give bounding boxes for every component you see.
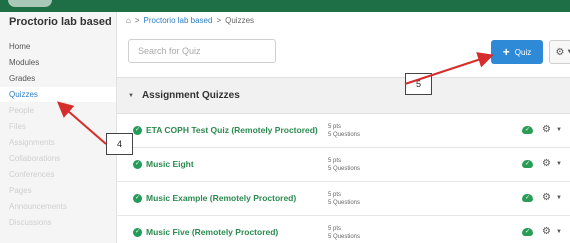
quiz-rocket-icon: ✓ bbox=[133, 126, 142, 135]
sidebar-item-collaborations: Collaborations bbox=[9, 154, 61, 163]
quiz-rocket-icon: ✓ bbox=[133, 194, 142, 203]
quiz-title-link[interactable]: Music Example (Remotely Proctored) bbox=[146, 193, 296, 203]
sidebar-item-modules[interactable]: Modules bbox=[0, 55, 116, 70]
quiz-questions: 5 Questions bbox=[328, 200, 361, 206]
chevron-down-icon[interactable]: ▼ bbox=[556, 161, 562, 167]
assignment-quizzes-group-header[interactable]: ▼ Assignment Quizzes bbox=[117, 77, 570, 114]
add-quiz-label: Quiz bbox=[514, 47, 532, 57]
quiz-points: 5 pts bbox=[328, 226, 342, 232]
quiz-meta: 5 pts 5 Questions bbox=[328, 123, 360, 139]
quiz-title-link[interactable]: Music Eight bbox=[146, 159, 194, 169]
callout-box-4: 4 bbox=[106, 133, 133, 155]
collapse-toggle-icon: ▼ bbox=[128, 92, 134, 99]
cloud-check-icon[interactable]: ✓ bbox=[522, 228, 533, 236]
quiz-rocket-icon: ✓ bbox=[133, 160, 142, 169]
course-sidebar: Proctorio lab based Home Modules Grades Qui… bbox=[0, 12, 117, 243]
callout-box-5: 5 bbox=[405, 73, 432, 95]
breadcrumb-separator: > bbox=[134, 16, 140, 25]
gear-icon[interactable]: ⚙ bbox=[542, 226, 551, 237]
global-header-bar bbox=[0, 0, 570, 12]
sidebar-item-grades[interactable]: Grades bbox=[0, 71, 116, 86]
quiz-row: ✓ Music Five (Remotely Proctored) 5 pts 5 Q… bbox=[117, 216, 570, 243]
quiz-meta: 5 pts 5 Questions bbox=[328, 191, 360, 207]
breadcrumb-course-link[interactable]: Proctorio lab based bbox=[144, 16, 213, 25]
main-content: ⌂ > Proctorio lab based > Quizzes + Quiz… bbox=[117, 12, 570, 243]
chevron-down-icon[interactable]: ▼ bbox=[556, 229, 562, 235]
cloud-check-icon[interactable]: ✓ bbox=[522, 126, 533, 134]
quiz-meta: 5 pts 5 Questions bbox=[328, 157, 360, 173]
course-title: Proctorio lab based bbox=[9, 16, 112, 28]
quiz-questions: 5 Questions bbox=[328, 166, 361, 172]
chevron-down-icon[interactable]: ▼ bbox=[556, 195, 562, 201]
group-title: Assignment Quizzes bbox=[141, 90, 240, 101]
quiz-title-link[interactable]: Music Five (Remotely Proctored) bbox=[146, 227, 278, 237]
quiz-rocket-icon: ✓ bbox=[133, 228, 142, 237]
sidebar-item-home[interactable]: Home bbox=[0, 39, 116, 54]
gear-icon[interactable]: ⚙ bbox=[542, 192, 551, 203]
breadcrumb: ⌂ > Proctorio lab based > Quizzes bbox=[126, 16, 254, 25]
chevron-down-icon: ▼ bbox=[566, 49, 570, 55]
quiz-meta: 5 pts 5 Questions bbox=[328, 225, 360, 241]
quiz-row: ✓ Music Eight 5 pts 5 Questions ✓ ⚙ ▼ bbox=[117, 148, 570, 182]
quiz-points: 5 pts bbox=[328, 192, 342, 198]
sidebar-item-pages: Pages bbox=[9, 186, 32, 195]
gear-icon: ⚙ bbox=[555, 46, 565, 58]
quiz-points: 5 pts bbox=[328, 124, 342, 130]
quiz-settings-menu-button[interactable]: ⚙ ▼ bbox=[549, 40, 570, 64]
sidebar-item-people: People bbox=[9, 106, 34, 115]
cloud-check-icon[interactable]: ✓ bbox=[522, 194, 533, 202]
home-icon[interactable]: ⌂ bbox=[126, 16, 131, 25]
breadcrumb-separator: > bbox=[216, 16, 222, 25]
gear-icon[interactable]: ⚙ bbox=[542, 158, 551, 169]
search-quiz-input[interactable] bbox=[128, 39, 276, 63]
quiz-title-link[interactable]: ETA COPH Test Quiz (Remotely Proctored) bbox=[146, 125, 318, 135]
sidebar-item-conferences: Conferences bbox=[9, 170, 55, 179]
sidebar-item-quizzes[interactable]: Quizzes bbox=[0, 87, 116, 102]
chevron-down-icon[interactable]: ▼ bbox=[556, 127, 562, 133]
sidebar-item-discussions: Discussions bbox=[9, 218, 52, 227]
add-quiz-button[interactable]: + Quiz bbox=[491, 40, 543, 64]
sidebar-item-files: Files bbox=[9, 122, 26, 131]
quiz-questions: 5 Questions bbox=[328, 132, 361, 138]
cloud-check-icon[interactable]: ✓ bbox=[522, 160, 533, 168]
sidebar-item-announcements: Announcements bbox=[9, 202, 67, 211]
quiz-row: ✓ Music Example (Remotely Proctored) 5 pts… bbox=[117, 182, 570, 216]
brand-logo bbox=[8, 0, 52, 7]
gear-icon[interactable]: ⚙ bbox=[542, 124, 551, 135]
quiz-row: ✓ ETA COPH Test Quiz (Remotely Proctored)… bbox=[117, 114, 570, 148]
plus-icon: + bbox=[502, 45, 510, 59]
quiz-points: 5 pts bbox=[328, 158, 342, 164]
sidebar-item-assignments: Assignments bbox=[9, 138, 55, 147]
quiz-questions: 5 Questions bbox=[328, 234, 361, 240]
breadcrumb-current: Quizzes bbox=[225, 16, 255, 25]
